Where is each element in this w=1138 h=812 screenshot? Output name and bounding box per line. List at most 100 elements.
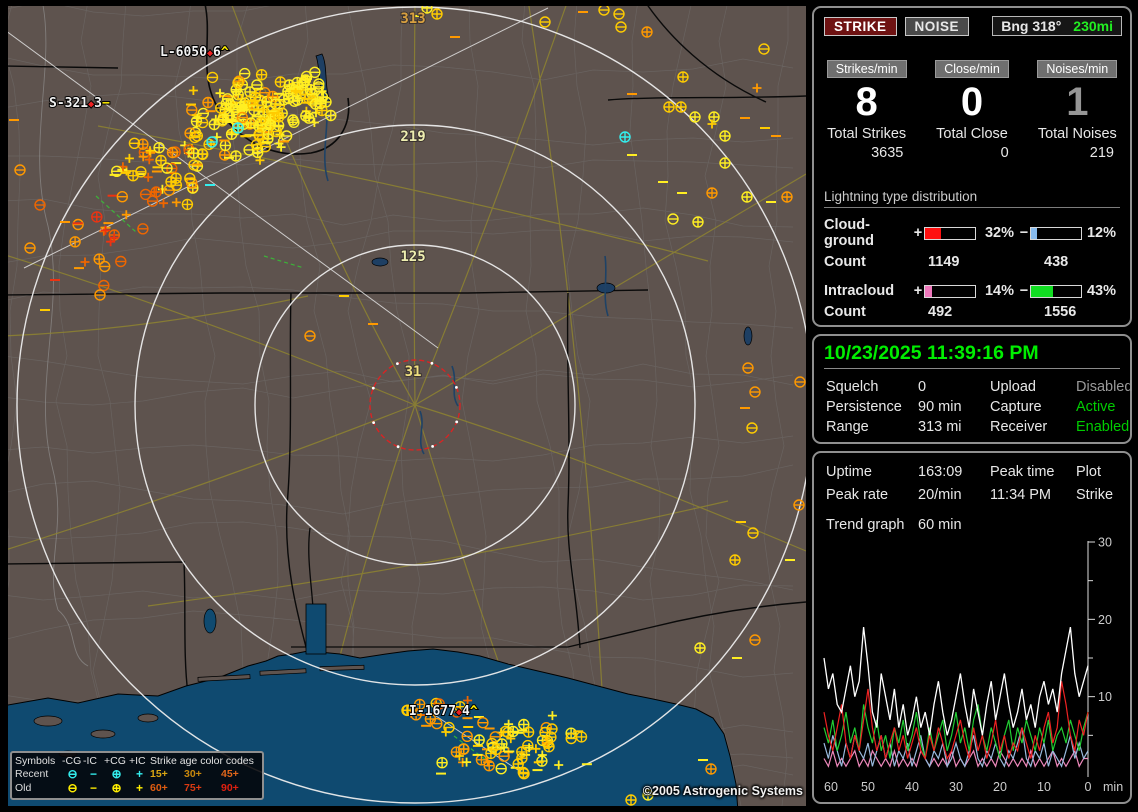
cg-plus-icon: ⊕ [104,782,129,796]
persistence-label: Persistence [826,397,918,417]
cg-pos-count: 1149 [928,254,1044,270]
noise-mode-button[interactable]: NOISE [905,17,970,36]
counters-panel: STRIKE NOISE Bng 318°230mi Strikes/min C… [812,6,1132,327]
svg-text:0: 0 [1085,780,1092,794]
total-strikes-value: 3635 [814,145,919,161]
legend-header-ic: -IC [83,755,104,769]
svg-text:I-1677◆4^: I-1677◆4^ [409,704,478,719]
legend-row-label: Old [15,782,62,796]
total-noises-label: Total Noises [1025,126,1130,142]
legend-row-label: Recent [15,768,62,782]
cloud-ground-label: Cloud-ground [824,217,912,249]
cg-pos-pct: 32% [976,225,1018,241]
strike-map[interactable]: 31 125 219 313 L-6050◆6^ S-321◆3− I-1677◆4^ Sy… [8,6,806,806]
svg-text:313: 313 [400,11,425,27]
mode-button-row: STRIKE NOISE Bng 318°230mi [824,16,1122,36]
age-code-15plus: 15+ [150,768,184,782]
uptime-label: Uptime [826,461,918,484]
count-label: Count [824,304,928,320]
stats-panel: Uptime 163:09 Peak time Plot Peak rate 2… [812,451,1132,804]
stats-row: Peak rate 20/min 11:34 PM Strike [826,484,1118,507]
cg-minus-icon: ⊖ [62,768,83,782]
ic-plus-icon: + [129,782,150,796]
squelch-value: 0 [918,377,990,397]
capture-value: Active [1076,397,1118,417]
peak-time-value: 11:34 PM [990,484,1076,507]
peak-time-header: Peak time [990,461,1076,484]
trend-graph-label: Trend graph [826,514,918,537]
trend-graph-row: Trend graph 60 min [826,514,1118,537]
distribution-title: Lightning type distribution [824,189,1120,208]
age-code-45plus: 45+ [221,768,257,782]
uptime-value: 163:09 [918,461,990,484]
ic-plus-icon: + [129,768,150,782]
bearing-readout[interactable]: Bng 318°230mi [992,16,1122,36]
status-row: Range 313 mi Receiver Enabled [826,417,1118,437]
cg-neg-bar [1030,227,1082,240]
peak-rate-value: 20/min [918,484,990,507]
cloud-ground-row: Cloud-ground + 32% − 12% [824,217,1120,249]
range-value: 313 mi [918,417,990,437]
svg-text:20: 20 [1098,613,1112,627]
rate-value-row: 8 0 1 [814,78,1130,124]
age-code-30plus: 30+ [184,768,221,782]
range-label: Range [826,417,918,437]
trend-graph-value: 60 min [918,514,990,537]
total-label-row: Total Strikes Total Close Total Noises [814,124,1130,142]
legend-age-header: Strike age color codes [150,755,257,769]
squelch-label: Squelch [826,377,918,397]
ic-pos-pct: 14% [976,283,1018,299]
minus-sign: − [1018,225,1030,241]
strike-mode-button[interactable]: STRIKE [824,17,897,36]
svg-text:S-321◆3−: S-321◆3− [49,96,110,111]
capture-label: Capture [990,397,1076,417]
cg-neg-count: 438 [1044,254,1120,270]
age-code-75plus: 75+ [184,782,221,796]
plot-mode-value: Strike [1076,484,1118,507]
svg-text:min: min [1103,780,1123,794]
svg-text:30: 30 [949,780,963,794]
cg-plus-icon: ⊕ [104,768,129,782]
copyright-text: ©2005 Astrogenic Systems [643,784,803,798]
datetime-display: 10/23/2025 11:39:16 PM [824,342,1120,365]
trend-graph-chart: 1020306050403020100min [818,537,1130,799]
legend-header-cg: +CG [104,755,129,769]
plus-sign: + [912,283,924,299]
plus-sign: + [912,225,924,241]
status-row: Squelch 0 Upload Disabled [826,377,1118,397]
legend-header-ic: +IC [129,755,150,769]
svg-text:30: 30 [1098,537,1112,550]
svg-text:20: 20 [993,780,1007,794]
legend-header-cg: -CG [62,755,83,769]
svg-text:40: 40 [905,780,919,794]
upload-value: Disabled [1076,377,1132,397]
minus-sign: − [1018,283,1030,299]
noises-per-min-chip: Noises/min [1037,60,1117,78]
map-legend: Symbols-CG-IC+CG+ICStrike age color code… [10,751,264,801]
svg-text:125: 125 [400,249,425,265]
ic-neg-pct: 43% [1082,283,1120,299]
ic-neg-bar [1030,285,1082,298]
upload-label: Upload [990,377,1076,397]
status-panel: 10/23/2025 11:39:16 PM Squelch 0 Upload … [812,334,1132,444]
stats-row: Uptime 163:09 Peak time Plot [826,461,1118,484]
receiver-value: Enabled [1076,417,1129,437]
close-rate-value: 0 [919,80,1024,124]
map-canvas: 31 125 219 313 L-6050◆6^ S-321◆3− I-1677◆4^ [8,6,806,806]
count-label: Count [824,254,928,270]
cg-pos-bar [924,227,976,240]
symbol-legend-grid: Symbols-CG-IC+CG+ICStrike age color code… [15,755,259,796]
cg-minus-icon: ⊖ [62,782,83,796]
svg-text:10: 10 [1037,780,1051,794]
age-code-90plus: 90+ [221,782,257,796]
svg-text:L-6050◆6^: L-6050◆6^ [160,45,229,60]
bearing-value: Bng 318° [1001,18,1061,34]
svg-text:219: 219 [400,129,425,145]
peak-rate-label: Peak rate [826,484,918,507]
svg-text:31: 31 [405,364,422,380]
total-close-value: 0 [919,145,1024,161]
total-value-row: 3635 0 219 [814,142,1130,161]
legend-header-symbols: Symbols [15,755,62,769]
ic-pos-count: 492 [928,304,1044,320]
svg-text:50: 50 [861,780,875,794]
